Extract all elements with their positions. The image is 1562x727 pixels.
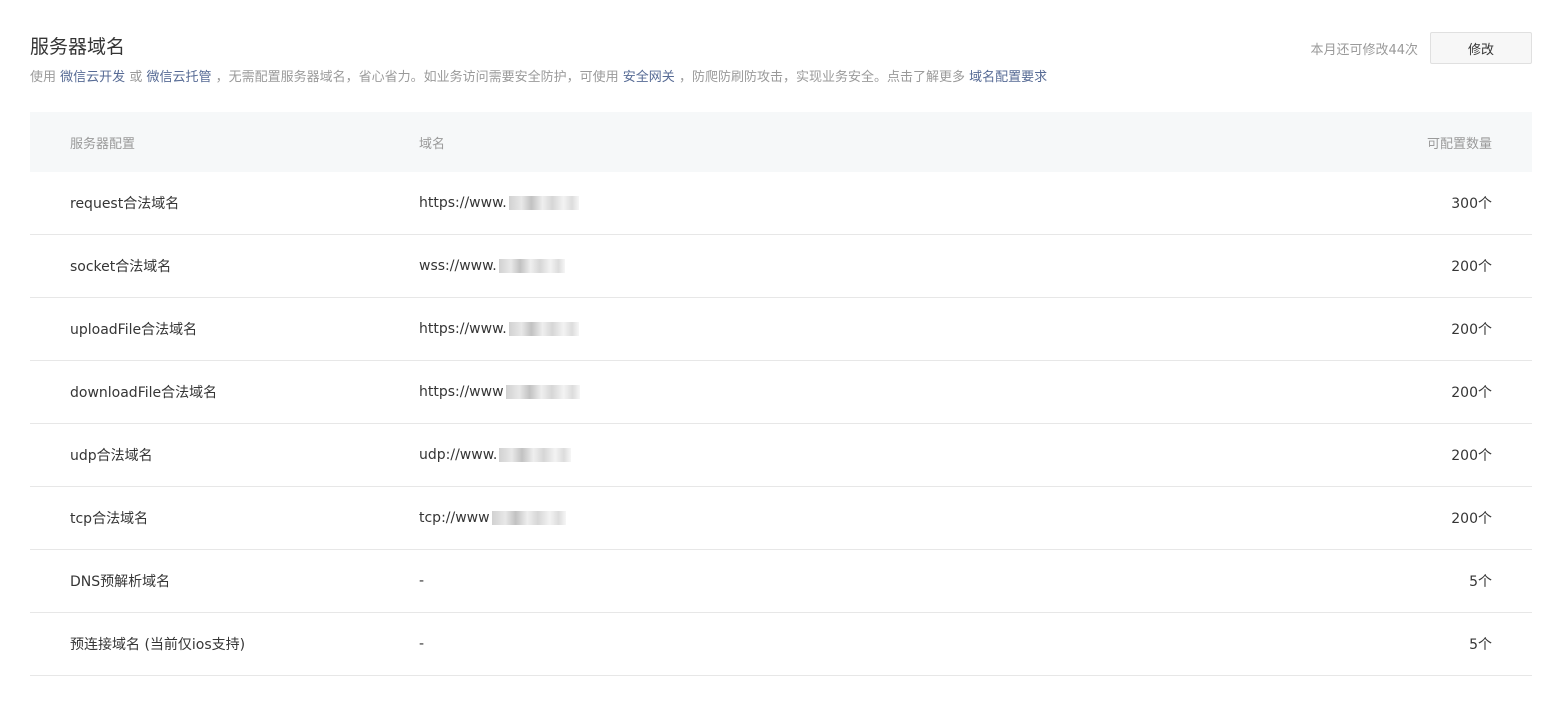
wechat-cloud-dev-link[interactable]: 微信云开发 [60, 70, 125, 85]
domain-text: https://www. [419, 321, 507, 337]
desc-text-4: ，防爬防刷防攻击，实现业务安全。点击了解更多 [678, 70, 965, 85]
table-row: request合法域名 https://www. 300个 [30, 172, 1532, 235]
desc-text-2: 或 [129, 70, 143, 85]
page-title: 服务器域名 [30, 36, 126, 58]
table-header: 服务器配置 域名 可配置数量 [30, 112, 1532, 172]
domain-text: - [419, 636, 425, 652]
table-row: tcp合法域名 tcp://www 200个 [30, 487, 1532, 550]
domain-text: https://www. [419, 195, 507, 211]
server-config-cell: tcp合法域名 [70, 511, 149, 527]
section-description: 使用 微信云开发 或 微信云托管 ，无需配置服务器域名，省心省力。如业务访问需要… [30, 68, 1047, 88]
header-actions: 本月还可修改44次 修改 [1310, 32, 1532, 64]
domain-text: wss://www. [419, 258, 497, 274]
configurable-count-cell: 200个 [1451, 448, 1492, 464]
domain-config-requirements-link[interactable]: 域名配置要求 [969, 70, 1047, 85]
table-body: request合法域名 https://www. 300个 socket合法域名 wss… [30, 172, 1532, 676]
desc-text-1: 使用 [30, 70, 57, 85]
server-config-cell: 预连接域名 (当前仅ios支持) [70, 637, 246, 653]
table-row: DNS预解析域名 - 5个 [30, 550, 1532, 613]
server-config-cell: socket合法域名 [70, 259, 172, 275]
table-row: socket合法域名 wss://www. 200个 [30, 235, 1532, 298]
desc-text-3: ，无需配置服务器域名，省心省力。如业务访问需要安全防护，可使用 [215, 70, 619, 85]
configurable-count-cell: 300个 [1451, 196, 1492, 212]
server-config-cell: downloadFile合法域名 [70, 385, 218, 401]
domain-cell: udp://www. [419, 424, 572, 486]
section-header: 服务器域名 使用 微信云开发 或 微信云托管 ，无需配置服务器域名，省心省力。如… [30, 30, 1532, 90]
redacted-domain-blur [508, 196, 579, 210]
domain-cell: - [419, 550, 424, 612]
modify-button[interactable]: 修改 [1430, 32, 1532, 64]
server-config-cell: DNS预解析域名 [70, 574, 171, 590]
redacted-domain-blur [491, 511, 566, 525]
table-row: udp合法域名 udp://www. 200个 [30, 424, 1532, 487]
domain-table: 服务器配置 域名 可配置数量 request合法域名 https://www. 30… [30, 112, 1532, 676]
wechat-cloud-hosting-link[interactable]: 微信云托管 [146, 70, 211, 85]
domain-text: https://www [419, 384, 504, 400]
domain-text: tcp://www [419, 510, 490, 526]
domain-cell: https://www. [419, 172, 579, 234]
configurable-count-cell: 5个 [1469, 637, 1492, 653]
configurable-count-cell: 5个 [1469, 574, 1492, 590]
configurable-count-cell: 200个 [1451, 385, 1492, 401]
server-config-cell: uploadFile合法域名 [70, 322, 198, 338]
domain-cell: https://www. [419, 298, 579, 360]
domain-text: - [419, 573, 425, 589]
server-config-cell: request合法域名 [70, 196, 180, 212]
table-row: downloadFile合法域名 https://www 200个 [30, 361, 1532, 424]
redacted-domain-blur [498, 259, 565, 273]
column-header-count: 可配置数量 [1426, 136, 1492, 152]
domain-cell: https://www [419, 361, 580, 423]
server-config-cell: udp合法域名 [70, 448, 153, 464]
column-header-domain: 域名 [419, 136, 446, 152]
configurable-count-cell: 200个 [1451, 511, 1492, 527]
security-gateway-link[interactable]: 安全网关 [623, 70, 675, 85]
domain-cell: - [419, 613, 424, 675]
remaining-modifications: 本月还可修改44次 [1310, 42, 1418, 58]
domain-cell: tcp://www [419, 487, 566, 549]
configurable-count-cell: 200个 [1451, 259, 1492, 275]
redacted-domain-blur [508, 322, 579, 336]
redacted-domain-blur [499, 448, 572, 462]
table-row: 预连接域名 (当前仅ios支持) - 5个 [30, 613, 1532, 676]
domain-cell: wss://www. [419, 235, 565, 297]
redacted-domain-blur [505, 385, 580, 399]
table-row: uploadFile合法域名 https://www. 200个 [30, 298, 1532, 361]
server-domain-page: 服务器域名 使用 微信云开发 或 微信云托管 ，无需配置服务器域名，省心省力。如… [0, 0, 1562, 727]
domain-text: udp://www. [419, 447, 498, 463]
configurable-count-cell: 200个 [1451, 322, 1492, 338]
column-header-config: 服务器配置 [70, 136, 136, 152]
